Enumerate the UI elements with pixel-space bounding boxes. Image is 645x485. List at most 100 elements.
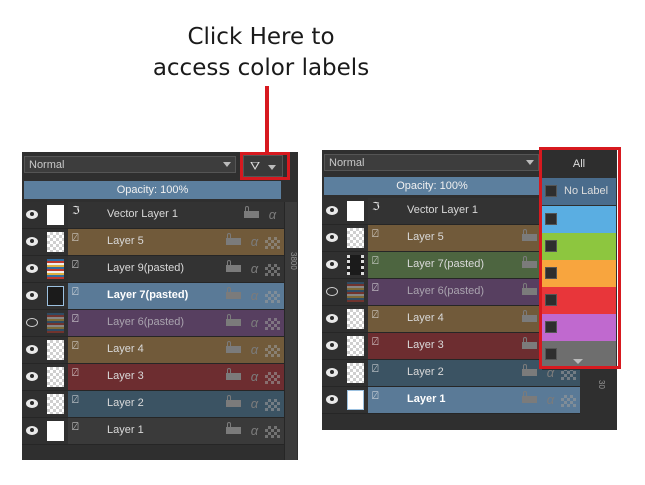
eye-visible-icon[interactable] [26, 426, 38, 435]
alpha-lock-icon[interactable]: α [265, 207, 280, 223]
paint-layer-icon: ⍁ [72, 232, 79, 244]
vector-layer-icon: ℑ [72, 205, 80, 217]
layer-thumbnail [347, 390, 364, 410]
scrollbar[interactable] [284, 202, 297, 460]
layer-name[interactable]: Vector Layer 1 [107, 202, 178, 227]
inherit-alpha-icon[interactable] [265, 398, 280, 411]
layer-name[interactable]: Layer 4 [107, 337, 144, 362]
eye-visible-icon[interactable] [26, 345, 38, 354]
layer-properties: α [226, 287, 280, 304]
layer-properties: α [226, 260, 280, 277]
alpha-lock-icon[interactable]: α [247, 261, 262, 277]
color-label-highlight-box [539, 147, 621, 369]
eye-visible-icon[interactable] [26, 291, 38, 300]
layer-row[interactable]: ⍁ Layer 2 α [22, 391, 284, 418]
lock-icon[interactable] [522, 310, 537, 322]
lock-icon[interactable] [226, 314, 241, 326]
ruler-label: 30 [597, 380, 606, 389]
alpha-lock-icon[interactable]: α [247, 288, 262, 304]
eye-hidden-icon[interactable] [26, 318, 38, 327]
chevron-down-icon [223, 162, 231, 167]
layer-row[interactable]: ⍁ Layer 3 α [22, 364, 284, 391]
eye-visible-icon[interactable] [26, 399, 38, 408]
layer-row[interactable]: ⍁ Layer 6(pasted) α [22, 310, 284, 337]
inherit-alpha-icon[interactable] [265, 317, 280, 330]
eye-visible-icon[interactable] [326, 260, 338, 269]
layer-thumbnail [47, 286, 64, 306]
inherit-alpha-icon[interactable] [265, 236, 280, 249]
layer-name[interactable]: Layer 2 [407, 360, 444, 385]
lock-icon[interactable] [522, 256, 537, 268]
layer-row[interactable]: ⍁ Layer 1 α [322, 387, 580, 414]
layer-properties: α [226, 233, 280, 250]
layer-row[interactable]: ⍁ Layer 5 α [22, 229, 284, 256]
inherit-alpha-icon[interactable] [265, 344, 280, 357]
layer-row[interactable]: ⍁ Layer 4 α [22, 337, 284, 364]
eye-visible-icon[interactable] [326, 368, 338, 377]
eye-visible-icon[interactable] [26, 210, 38, 219]
blend-mode-select[interactable]: Normal [324, 154, 539, 171]
alpha-lock-icon[interactable]: α [247, 423, 262, 439]
layer-name[interactable]: Layer 1 [407, 387, 446, 412]
lock-icon[interactable] [226, 260, 241, 272]
alpha-lock-icon[interactable]: α [247, 396, 262, 412]
lock-icon[interactable] [226, 422, 241, 434]
layer-name[interactable]: Layer 4 [407, 306, 444, 331]
lock-icon[interactable] [522, 391, 537, 403]
layer-name[interactable]: Layer 6(pasted) [407, 279, 484, 304]
layer-name[interactable]: Layer 9(pasted) [107, 256, 184, 281]
layer-name[interactable]: Layer 1 [107, 418, 144, 443]
lock-icon[interactable] [522, 337, 537, 349]
lock-icon[interactable] [226, 395, 241, 407]
eye-visible-icon[interactable] [326, 395, 338, 404]
layer-name[interactable]: Layer 2 [107, 391, 144, 416]
eye-visible-icon[interactable] [26, 372, 38, 381]
lock-icon[interactable] [522, 283, 537, 295]
lock-icon[interactable] [226, 233, 241, 245]
lock-icon[interactable] [522, 364, 537, 376]
layer-row[interactable]: ⍁ Layer 7(pasted) α [22, 283, 284, 310]
inherit-alpha-icon[interactable] [265, 290, 280, 303]
layer-name[interactable]: Layer 5 [107, 229, 144, 254]
alpha-lock-icon[interactable]: α [247, 342, 262, 358]
lock-icon[interactable] [226, 287, 241, 299]
layer-name[interactable]: Layer 6(pasted) [107, 310, 184, 335]
inherit-alpha-icon[interactable] [265, 263, 280, 276]
eye-visible-icon[interactable] [326, 206, 338, 215]
layer-thumbnail [347, 228, 364, 248]
eye-visible-icon[interactable] [326, 341, 338, 350]
layer-name[interactable]: Layer 5 [407, 225, 444, 250]
eye-visible-icon[interactable] [26, 264, 38, 273]
layer-name[interactable]: Layer 7(pasted) [107, 283, 188, 308]
inherit-alpha-icon[interactable] [561, 394, 576, 407]
alpha-lock-icon[interactable]: α [543, 392, 558, 408]
lock-icon[interactable] [244, 206, 259, 218]
layer-row[interactable]: ⍁ Layer 1 α [22, 418, 284, 445]
alpha-lock-icon[interactable]: α [247, 315, 262, 331]
alpha-lock-icon[interactable]: α [247, 369, 262, 385]
inherit-alpha-icon[interactable] [265, 371, 280, 384]
chevron-down-icon [526, 160, 534, 165]
layer-name[interactable]: Layer 3 [107, 364, 144, 389]
eye-visible-icon[interactable] [326, 314, 338, 323]
layer-name[interactable]: Layer 7(pasted) [407, 252, 484, 277]
eye-hidden-icon[interactable] [326, 287, 338, 296]
lock-icon[interactable] [522, 229, 537, 241]
paint-layer-icon: ⍁ [372, 228, 379, 240]
lock-icon[interactable] [226, 368, 241, 380]
layer-properties: α [244, 206, 280, 223]
opacity-slider[interactable]: Opacity: 100% [324, 177, 540, 195]
lock-icon[interactable] [226, 341, 241, 353]
layer-thumbnail [47, 421, 64, 441]
eye-visible-icon[interactable] [326, 233, 338, 242]
layer-row[interactable]: ⍁ Layer 9(pasted) α [22, 256, 284, 283]
layer-name[interactable]: Vector Layer 1 [407, 198, 478, 223]
opacity-slider[interactable]: Opacity: 100% [24, 181, 281, 199]
blend-mode-select[interactable]: Normal [24, 156, 236, 173]
eye-visible-icon[interactable] [26, 237, 38, 246]
alpha-lock-icon[interactable]: α [247, 234, 262, 250]
layer-row[interactable]: ℑ Vector Layer 1 α [22, 202, 284, 229]
layer-name[interactable]: Layer 3 [407, 333, 444, 358]
inherit-alpha-icon[interactable] [265, 425, 280, 438]
paint-layer-icon: ⍁ [372, 282, 379, 294]
